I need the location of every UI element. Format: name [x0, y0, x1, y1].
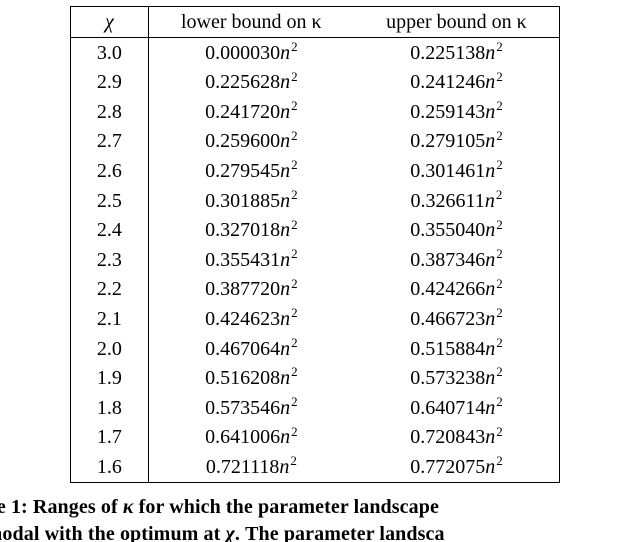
chi-symbol: χ — [105, 11, 114, 33]
cell-lower: 0.424623n2 — [148, 304, 354, 334]
cell-lower: 0.279545n2 — [148, 156, 354, 186]
table-row: 3.00.000030n20.225138n2 — [71, 37, 560, 67]
bounds-table-wrap: χ lower bound on κ upper bound on κ 3.00… — [70, 6, 560, 483]
table-row: 2.60.279545n20.301461n2 — [71, 156, 560, 186]
cell-upper: 0.259143n2 — [354, 97, 560, 127]
header-lower: lower bound on κ — [148, 7, 354, 38]
cell-chi: 2.7 — [71, 126, 149, 156]
header-upper: upper bound on κ — [354, 7, 560, 38]
cell-lower: 0.516208n2 — [148, 363, 354, 393]
cell-upper: 0.573238n2 — [354, 363, 560, 393]
table-header-row: χ lower bound on κ upper bound on κ — [71, 7, 560, 38]
table-row: 1.90.516208n20.573238n2 — [71, 363, 560, 393]
cell-upper: 0.225138n2 — [354, 37, 560, 67]
cell-upper: 0.279105n2 — [354, 126, 560, 156]
table-row: 2.70.259600n20.279105n2 — [71, 126, 560, 156]
cell-upper: 0.424266n2 — [354, 274, 560, 304]
cell-upper: 0.241246n2 — [354, 67, 560, 97]
cell-chi: 2.4 — [71, 215, 149, 245]
cell-chi: 1.6 — [71, 452, 149, 482]
cell-lower: 0.241720n2 — [148, 97, 354, 127]
cell-upper: 0.772075n2 — [354, 452, 560, 482]
caption-text: for which the parameter landscape — [134, 496, 439, 518]
cell-upper: 0.387346n2 — [354, 245, 560, 275]
cell-lower: 0.327018n2 — [148, 215, 354, 245]
cell-lower: 0.000030n2 — [148, 37, 354, 67]
caption-text: . The parameter landsca — [235, 523, 445, 542]
cell-lower: 0.467064n2 — [148, 334, 354, 364]
cell-lower: 0.225628n2 — [148, 67, 354, 97]
kappa-symbol: κ — [123, 496, 134, 518]
cell-lower: 0.355431n2 — [148, 245, 354, 275]
cell-chi: 2.6 — [71, 156, 149, 186]
chi-symbol: χ — [225, 523, 234, 542]
caption-text: ble 1: Ranges of — [0, 496, 123, 518]
cell-lower: 0.301885n2 — [148, 186, 354, 216]
table-row: 2.50.301885n20.326611n2 — [71, 186, 560, 216]
cell-chi: 2.1 — [71, 304, 149, 334]
cell-upper: 0.301461n2 — [354, 156, 560, 186]
table-row: 1.70.641006n20.720843n2 — [71, 422, 560, 452]
table-row: 2.10.424623n20.466723n2 — [71, 304, 560, 334]
table-row: 1.80.573546n20.640714n2 — [71, 393, 560, 423]
cell-chi: 2.5 — [71, 186, 149, 216]
cell-lower: 0.721118n2 — [148, 452, 354, 482]
cell-chi: 2.2 — [71, 274, 149, 304]
cell-chi: 1.7 — [71, 422, 149, 452]
cell-chi: 2.8 — [71, 97, 149, 127]
cell-upper: 0.515884n2 — [354, 334, 560, 364]
cell-chi: 2.0 — [71, 334, 149, 364]
bounds-table: χ lower bound on κ upper bound on κ 3.00… — [70, 6, 560, 483]
table-row: 2.30.355431n20.387346n2 — [71, 245, 560, 275]
table-row: 2.20.387720n20.424266n2 — [71, 274, 560, 304]
table-row: 2.00.467064n20.515884n2 — [71, 334, 560, 364]
cell-lower: 0.641006n2 — [148, 422, 354, 452]
table-row: 1.60.721118n20.772075n2 — [71, 452, 560, 482]
cell-upper: 0.355040n2 — [354, 215, 560, 245]
cell-chi: 1.8 — [71, 393, 149, 423]
cell-lower: 0.387720n2 — [148, 274, 354, 304]
cell-upper: 0.720843n2 — [354, 422, 560, 452]
cell-upper: 0.466723n2 — [354, 304, 560, 334]
cell-chi: 2.3 — [71, 245, 149, 275]
header-chi: χ — [71, 7, 149, 38]
cell-chi: 2.9 — [71, 67, 149, 97]
table-row: 2.80.241720n20.259143n2 — [71, 97, 560, 127]
table-body: 3.00.000030n20.225138n22.90.225628n20.24… — [71, 37, 560, 482]
cell-chi: 1.9 — [71, 363, 149, 393]
cell-upper: 0.640714n2 — [354, 393, 560, 423]
table-row: 2.90.225628n20.241246n2 — [71, 67, 560, 97]
cell-lower: 0.573546n2 — [148, 393, 354, 423]
table-row: 2.40.327018n20.355040n2 — [71, 215, 560, 245]
cell-upper: 0.326611n2 — [354, 186, 560, 216]
cell-chi: 3.0 — [71, 37, 149, 67]
table-caption: ble 1: Ranges of κ for which the paramet… — [0, 494, 622, 542]
caption-text: imodal with the optimum at — [0, 523, 225, 542]
cell-lower: 0.259600n2 — [148, 126, 354, 156]
